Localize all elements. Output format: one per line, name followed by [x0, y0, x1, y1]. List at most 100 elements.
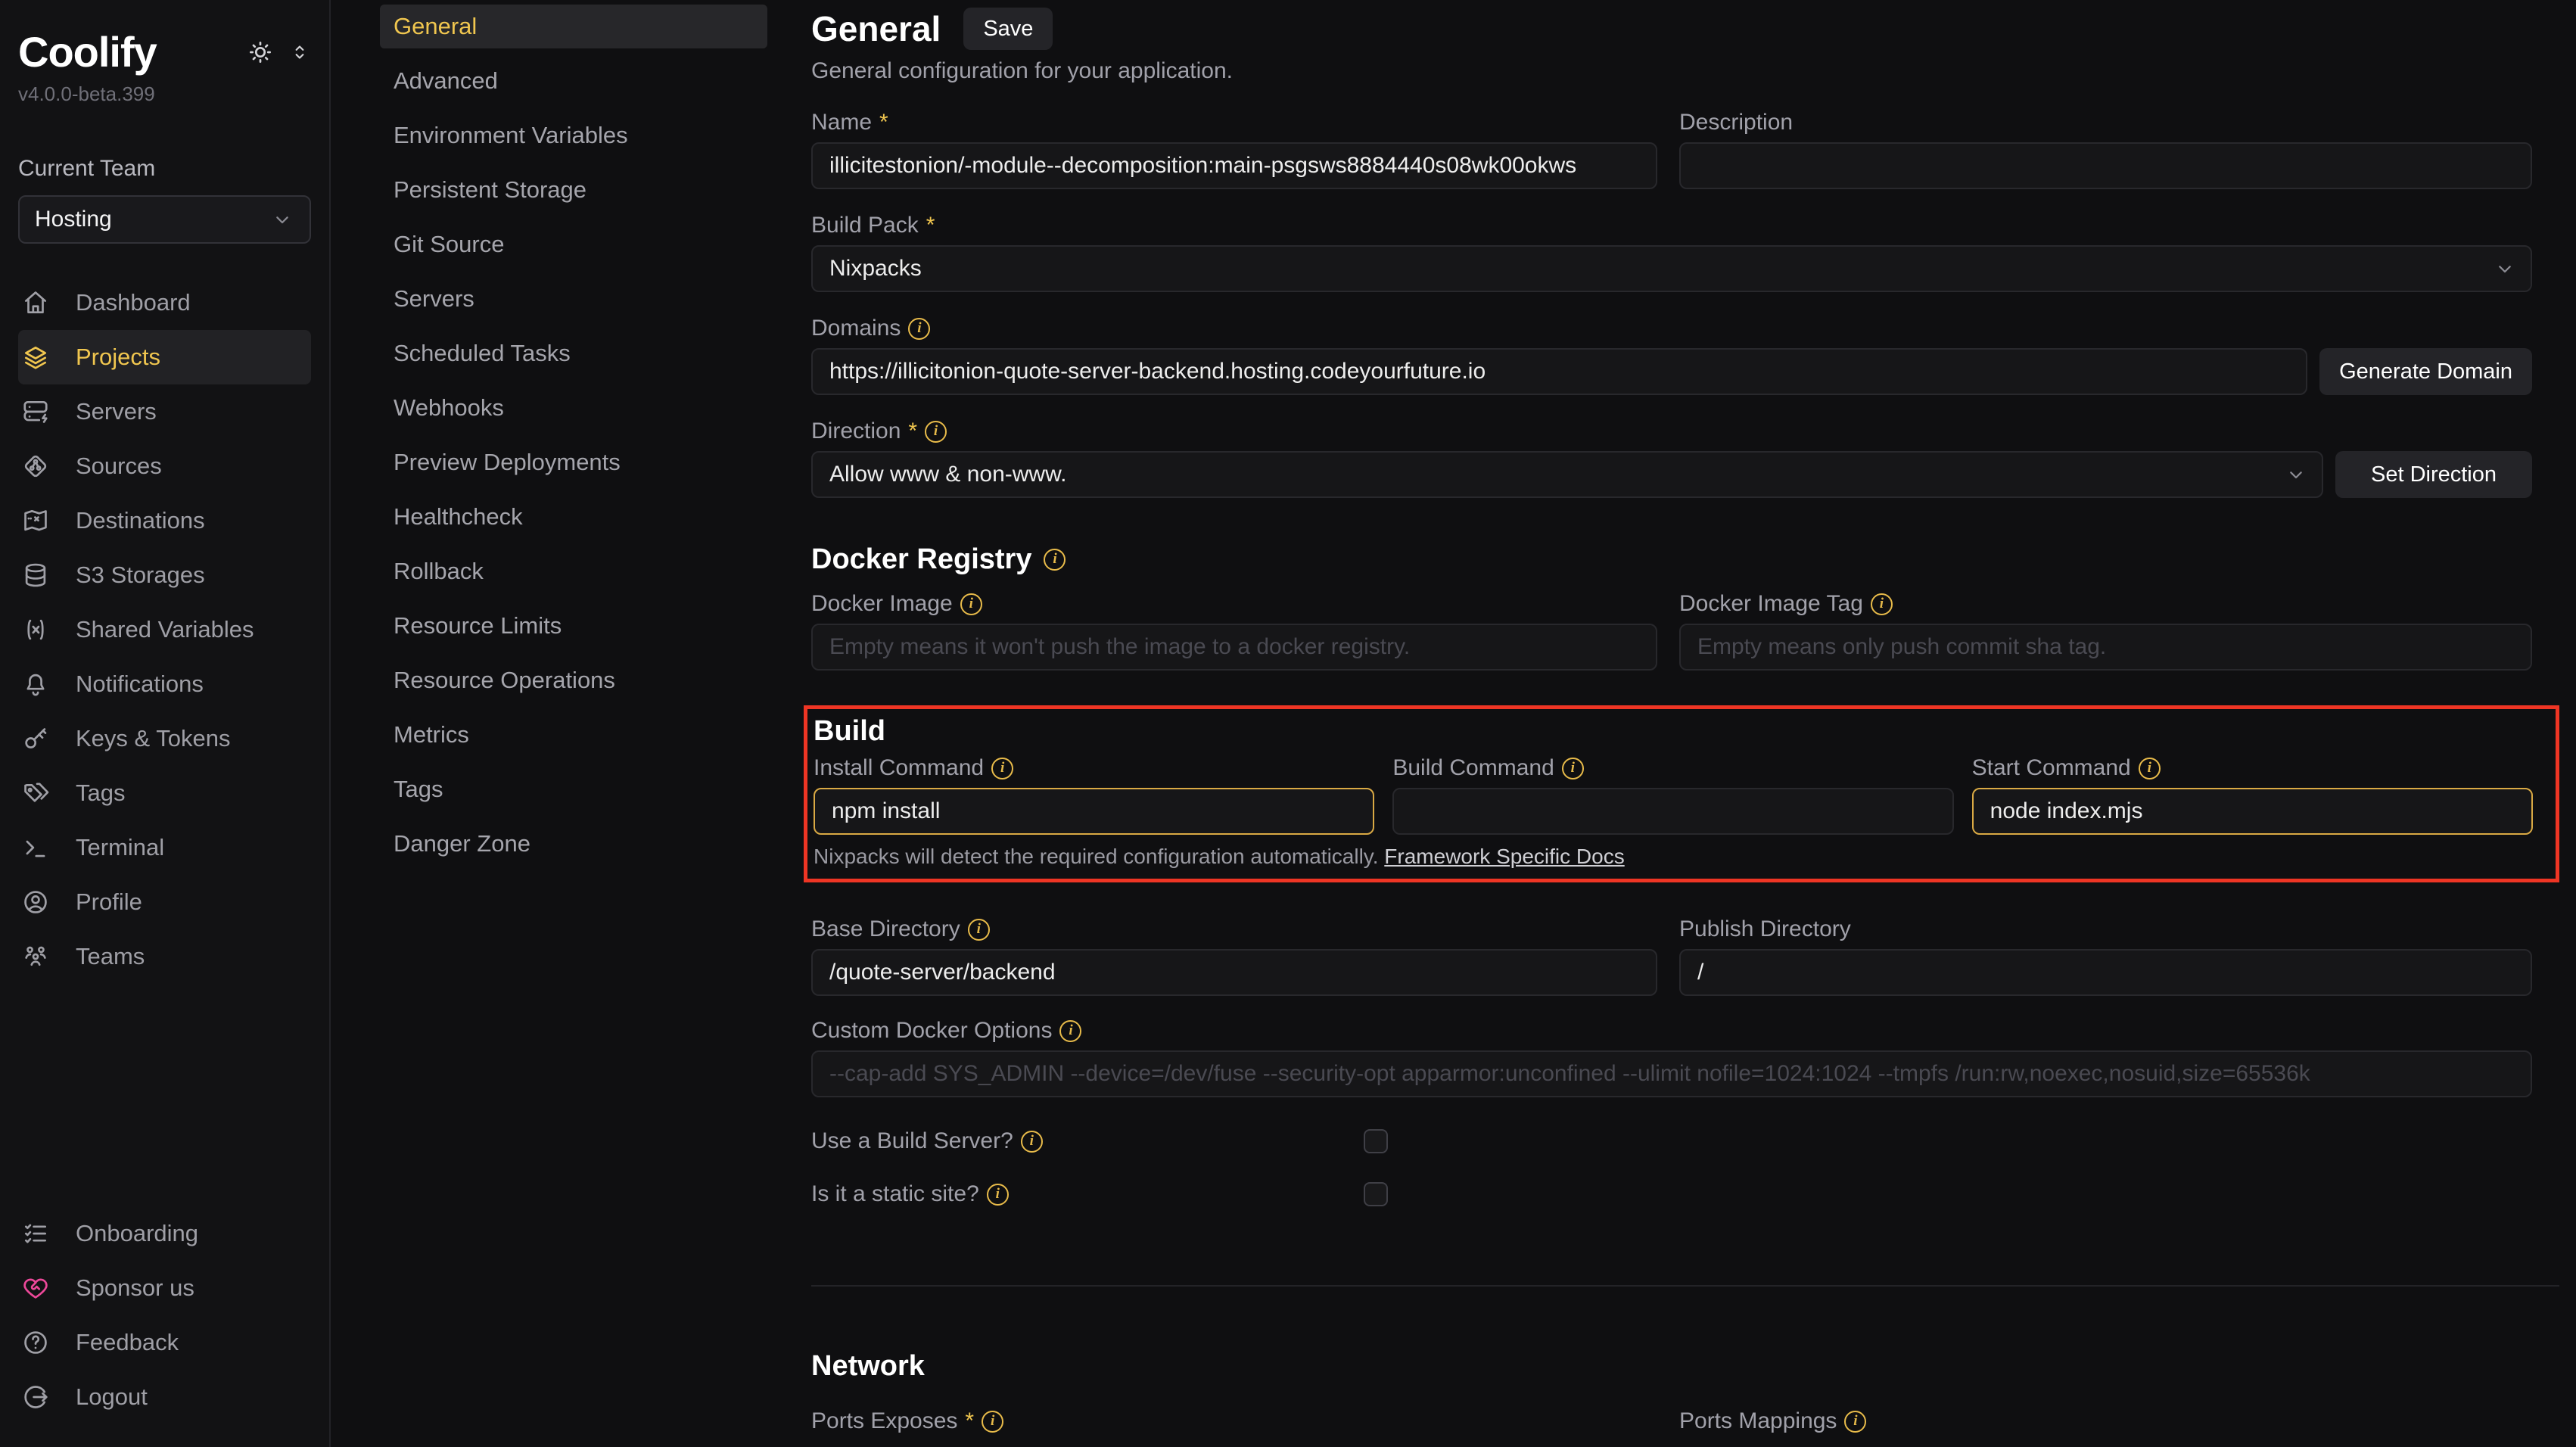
- git-icon: [21, 452, 50, 481]
- settings-nav-item-advanced[interactable]: Advanced: [380, 59, 767, 103]
- sidebar-item-teams[interactable]: Teams: [18, 929, 311, 984]
- static-site-checkbox[interactable]: [1364, 1182, 1388, 1206]
- settings-nav-item-persistent-storage[interactable]: Persistent Storage: [380, 168, 767, 212]
- name-input[interactable]: [811, 142, 1657, 189]
- save-button[interactable]: Save: [963, 8, 1053, 50]
- required-asterisk: [879, 110, 888, 135]
- info-icon[interactable]: [968, 919, 990, 941]
- sidebar-item-s3-storages[interactable]: S3 Storages: [18, 548, 311, 602]
- sidebar-item-terminal[interactable]: Terminal: [18, 820, 311, 875]
- sidebar-item-projects[interactable]: Projects: [18, 330, 311, 384]
- build-command-label: Build Command: [1392, 756, 1554, 780]
- settings-nav-item-danger-zone[interactable]: Danger Zone: [380, 822, 767, 866]
- team-select[interactable]: Hosting: [18, 195, 311, 244]
- settings-nav-item-resource-limits[interactable]: Resource Limits: [380, 604, 767, 648]
- ports-exposes-field-group: Ports Exposes: [811, 1409, 1657, 1433]
- docker-image-tag-input[interactable]: [1679, 624, 2532, 671]
- info-icon[interactable]: [1021, 1131, 1043, 1153]
- settings-nav-item-servers[interactable]: Servers: [380, 277, 767, 321]
- start-command-label: Start Command: [1972, 756, 2131, 780]
- sidebar: Coolify v4.0.0-beta.399 Current Team Hos…: [0, 0, 331, 1447]
- use-build-server-row: Use a Build Server?: [811, 1129, 1388, 1153]
- terminal-icon: [21, 833, 50, 862]
- info-icon[interactable]: [982, 1411, 1003, 1433]
- info-icon[interactable]: [925, 421, 947, 443]
- settings-nav-item-rollback[interactable]: Rollback: [380, 549, 767, 593]
- custom-docker-options-input[interactable]: [811, 1050, 2532, 1097]
- sidebar-item-sources[interactable]: Sources: [18, 439, 311, 493]
- sidebar-item-shared-variables[interactable]: Shared Variables: [18, 602, 311, 657]
- start-command-field-group: Start Command: [1972, 756, 2533, 835]
- settings-nav-item-healthcheck[interactable]: Healthcheck: [380, 495, 767, 539]
- theme-sun-icon[interactable]: [246, 38, 275, 67]
- settings-nav-item-resource-operations[interactable]: Resource Operations: [380, 658, 767, 702]
- generate-domain-button[interactable]: Generate Domain: [2319, 348, 2532, 395]
- sidebar-item-feedback[interactable]: Feedback: [18, 1315, 311, 1370]
- static-site-label: Is it a static site?: [811, 1182, 979, 1206]
- build-command-field-group: Build Command: [1392, 756, 1953, 835]
- info-icon[interactable]: [2139, 758, 2161, 780]
- sidebar-item-profile[interactable]: Profile: [18, 875, 311, 929]
- sidebar-item-notifications[interactable]: Notifications: [18, 657, 311, 711]
- publish-directory-input[interactable]: [1679, 949, 2532, 996]
- settings-nav-item-general[interactable]: General: [380, 5, 767, 48]
- settings-nav-item-environment-variables[interactable]: Environment Variables: [380, 114, 767, 157]
- info-icon[interactable]: [1044, 549, 1066, 571]
- sidebar-item-destinations[interactable]: Destinations: [18, 493, 311, 548]
- settings-nav-item-git-source[interactable]: Git Source: [380, 222, 767, 266]
- sidebar-item-logout[interactable]: Logout: [18, 1370, 311, 1424]
- set-direction-button[interactable]: Set Direction: [2335, 451, 2532, 498]
- ports-mappings-field-group: Ports Mappings: [1679, 1409, 2532, 1433]
- bell-icon: [21, 670, 50, 699]
- settings-nav-item-metrics[interactable]: Metrics: [380, 713, 767, 757]
- info-icon[interactable]: [1844, 1411, 1866, 1433]
- app-version: v4.0.0-beta.399: [18, 82, 311, 106]
- sidebar-item-servers[interactable]: Servers: [18, 384, 311, 439]
- settings-nav-item-scheduled-tasks[interactable]: Scheduled Tasks: [380, 331, 767, 375]
- install-command-input[interactable]: [814, 788, 1374, 835]
- info-icon[interactable]: [960, 593, 982, 615]
- build-pack-select-value: [811, 245, 2532, 292]
- publish-directory-field-group: Publish Directory: [1679, 917, 2532, 996]
- help-circle-icon: [21, 1328, 50, 1357]
- logout-icon: [21, 1383, 50, 1411]
- build-command-input[interactable]: [1392, 788, 1953, 835]
- build-pack-label: Build Pack: [811, 213, 919, 238]
- build-pack-select[interactable]: [811, 245, 2532, 292]
- variable-icon: [21, 615, 50, 644]
- key-icon: [21, 724, 50, 753]
- required-asterisk: [965, 1409, 974, 1433]
- info-icon[interactable]: [1059, 1020, 1081, 1042]
- direction-field-group: Direction Set Direction: [811, 419, 2532, 498]
- info-icon[interactable]: [1562, 758, 1584, 780]
- description-input[interactable]: [1679, 142, 2532, 189]
- sidebar-item-keys-tokens[interactable]: Keys & Tokens: [18, 711, 311, 766]
- docker-image-input[interactable]: [811, 624, 1657, 671]
- framework-docs-link[interactable]: Framework Specific Docs: [1384, 845, 1624, 868]
- sidebar-item-onboarding[interactable]: Onboarding: [18, 1206, 311, 1261]
- settings-nav-item-preview-deployments[interactable]: Preview Deployments: [380, 440, 767, 484]
- info-icon[interactable]: [987, 1184, 1009, 1206]
- use-build-server-checkbox[interactable]: [1364, 1129, 1388, 1153]
- info-icon[interactable]: [991, 758, 1013, 780]
- base-directory-field-group: Base Directory: [811, 917, 1657, 996]
- direction-label: Direction: [811, 419, 901, 443]
- sidebar-item-dashboard[interactable]: Dashboard: [18, 275, 311, 330]
- version-selector-icon[interactable]: [288, 41, 311, 64]
- settings-nav-item-tags[interactable]: Tags: [380, 767, 767, 811]
- required-asterisk: [926, 213, 935, 238]
- build-pack-field-group: Build Pack: [811, 213, 2532, 292]
- info-icon[interactable]: [908, 318, 930, 340]
- name-label: Name: [811, 110, 872, 135]
- sidebar-item-tags[interactable]: Tags: [18, 766, 311, 820]
- ports-mappings-label: Ports Mappings: [1679, 1409, 1837, 1433]
- settings-nav-item-webhooks[interactable]: Webhooks: [380, 386, 767, 430]
- layers-icon: [21, 343, 50, 372]
- build-heading: Build: [814, 715, 2533, 747]
- direction-select[interactable]: [811, 451, 2323, 498]
- start-command-input[interactable]: [1972, 788, 2533, 835]
- info-icon[interactable]: [1871, 593, 1893, 615]
- base-directory-input[interactable]: [811, 949, 1657, 996]
- sidebar-item-sponsor-us[interactable]: Sponsor us: [18, 1261, 311, 1315]
- domains-input[interactable]: [811, 348, 2307, 395]
